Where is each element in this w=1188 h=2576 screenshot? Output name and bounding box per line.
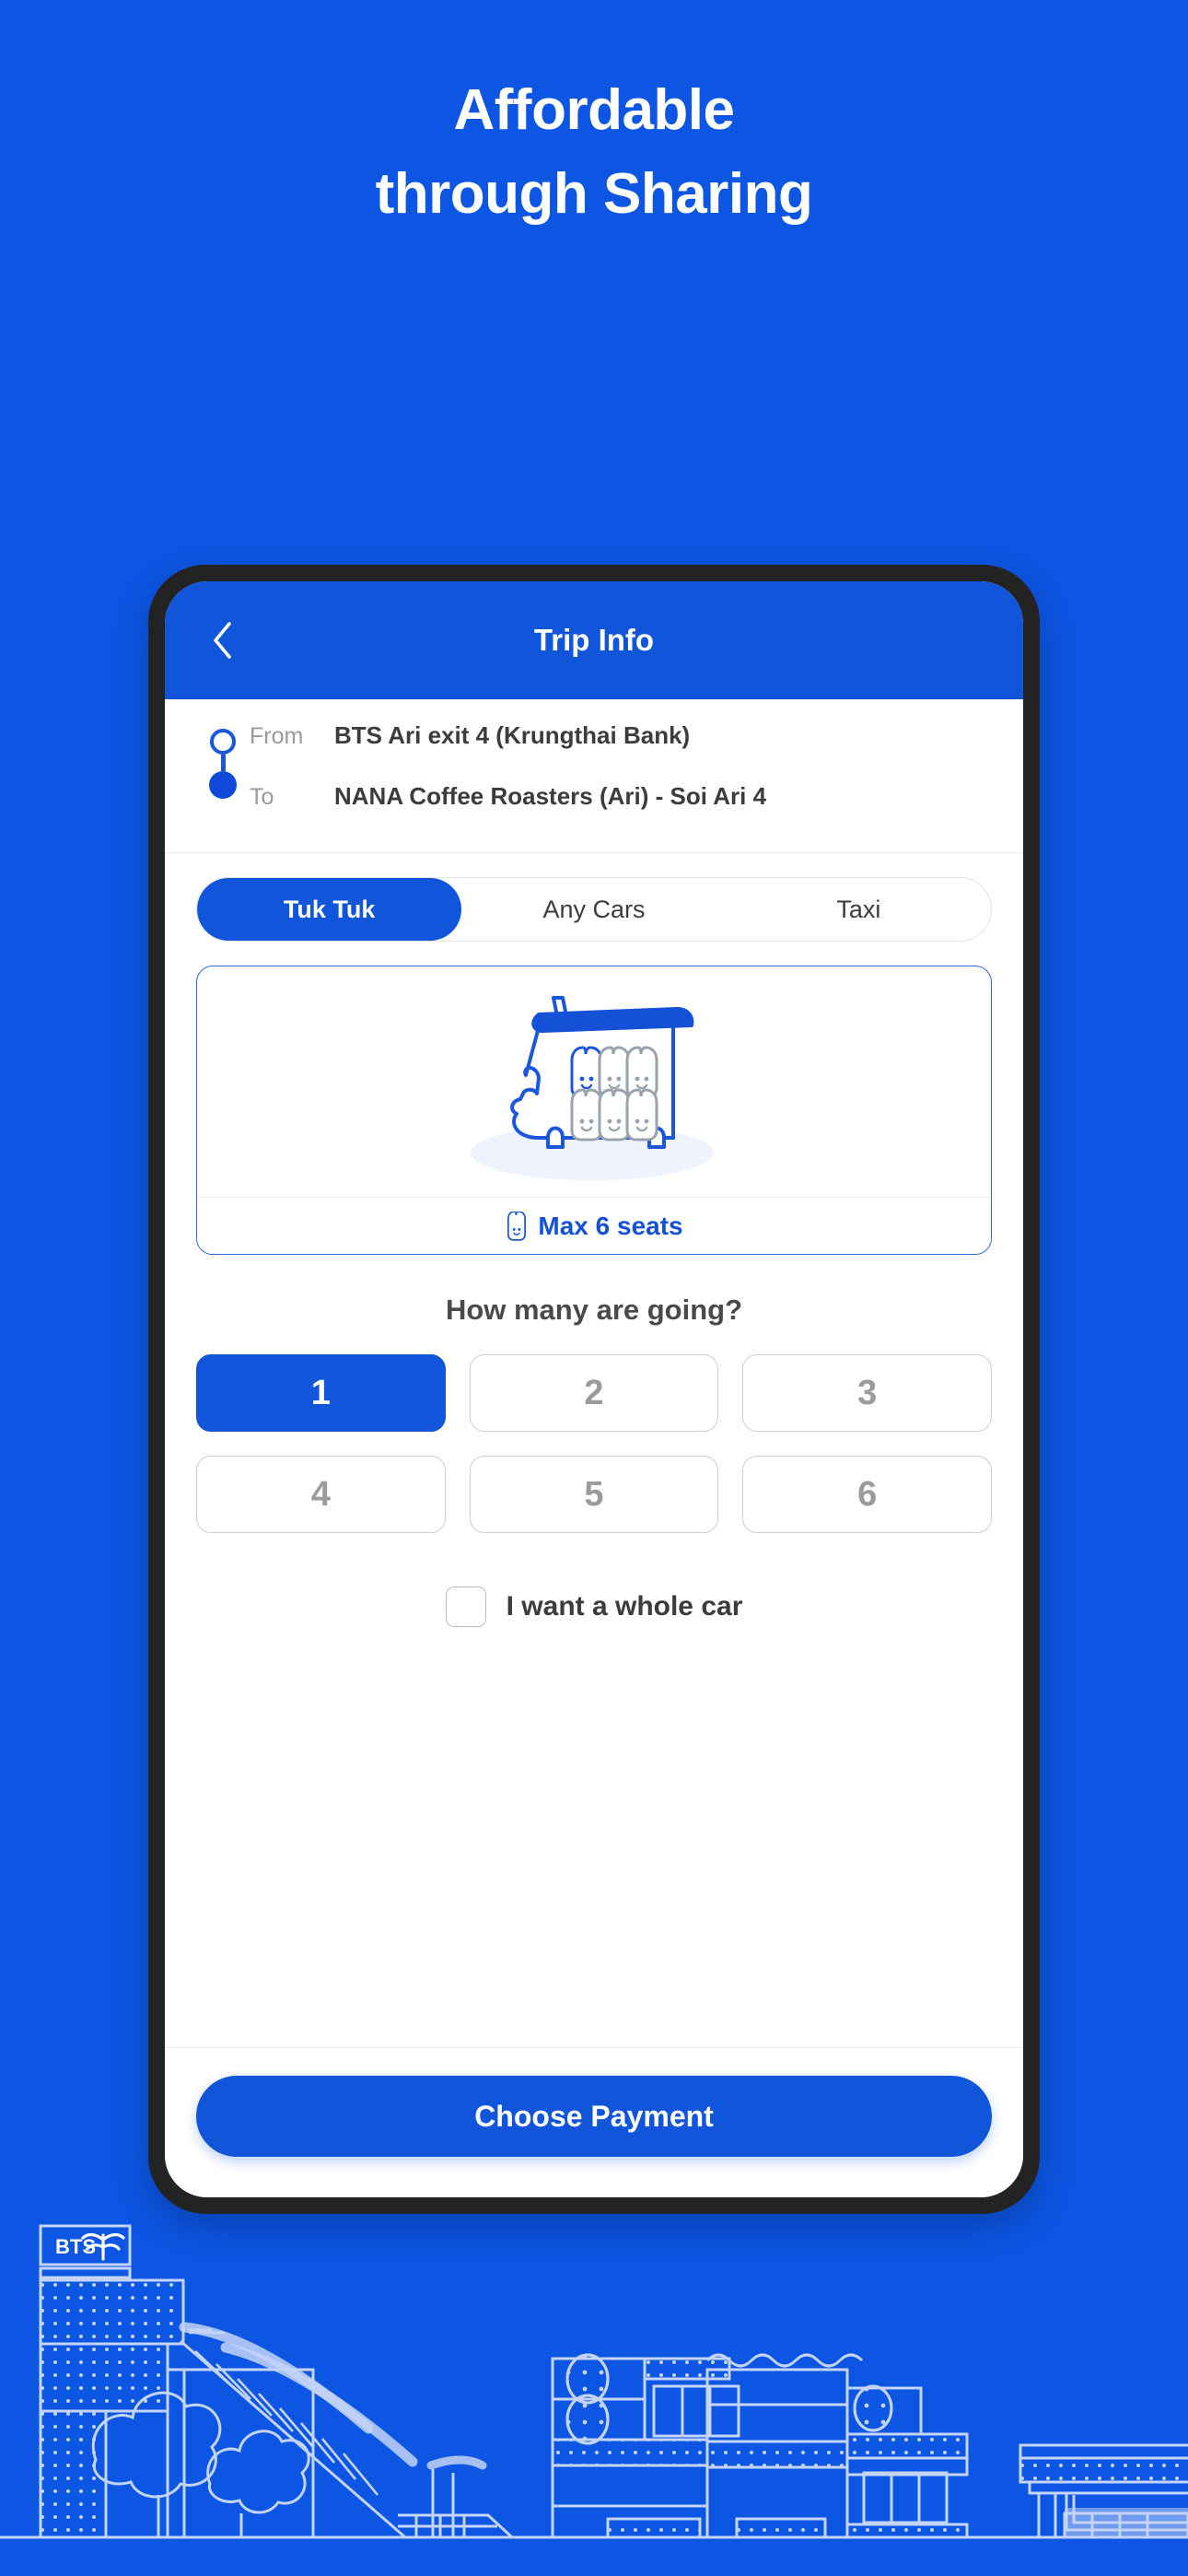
tab-tuk-tuk[interactable]: Tuk Tuk [197, 878, 462, 941]
vehicle-capacity-label: Max 6 seats [538, 1211, 683, 1240]
passenger-count-6[interactable]: 6 [742, 1456, 992, 1533]
from-value: BTS Ari exit 4 (Krungthai Bank) [334, 721, 691, 749]
whole-car-option[interactable]: I want a whole car [165, 1587, 1023, 1627]
passenger-count-1[interactable]: 1 [196, 1354, 446, 1432]
vehicle-card-area: Max 6 seats [165, 942, 1023, 1255]
phone-screen: Trip Info From BTS Ari exit 4 (Krungthai… [165, 581, 1023, 2197]
from-label: From [250, 723, 304, 749]
passenger-count-4[interactable]: 4 [196, 1456, 446, 1533]
vehicle-card[interactable]: Max 6 seats [196, 966, 992, 1255]
to-label: To [250, 784, 274, 810]
passenger-count-3[interactable]: 3 [742, 1354, 992, 1432]
route-summary: From BTS Ari exit 4 (Krungthai Bank) To … [165, 699, 1023, 853]
passenger-count-grid: 1 2 3 4 5 6 [165, 1354, 1023, 1533]
app-header: Trip Info [165, 581, 1023, 699]
vehicle-type-tabs: Tuk Tuk Any Cars Taxi [196, 877, 992, 942]
hero-heading: Affordable through Sharing [0, 0, 1188, 304]
phone-mockup: Trip Info From BTS Ari exit 4 (Krungthai… [148, 565, 1040, 2214]
route-row-to[interactable]: To NANA Coffee Roasters (Ari) - Soi Ari … [250, 782, 992, 828]
passenger-count-2[interactable]: 2 [469, 1354, 719, 1432]
vehicle-illustration [197, 966, 991, 1197]
seat-icon [507, 1211, 527, 1241]
footer-area: Choose Payment [165, 2047, 1023, 2197]
route-dots [196, 721, 250, 828]
tab-taxi[interactable]: Taxi [727, 878, 991, 941]
vehicle-type-tabs-area: Tuk Tuk Any Cars Taxi [165, 853, 1023, 942]
route-connector [220, 755, 226, 771]
to-value: NANA Coffee Roasters (Ari) - Soi Ari 4 [334, 782, 767, 810]
route-row-from[interactable]: From BTS Ari exit 4 (Krungthai Bank) [250, 721, 992, 767]
passenger-count-5[interactable]: 5 [469, 1456, 719, 1533]
tuk-tuk-illustration [471, 996, 714, 1180]
origin-dot-icon [210, 729, 236, 755]
tab-any-cars[interactable]: Any Cars [461, 878, 726, 941]
cityscape-illustration: BTS [0, 2152, 1188, 2576]
back-button[interactable] [196, 615, 248, 666]
vehicle-capacity: Max 6 seats [197, 1197, 991, 1254]
passenger-question: How many are going? [445, 1294, 743, 1326]
page-title: Trip Info [533, 623, 655, 657]
hero-line-2: through Sharing [375, 162, 813, 226]
phone-frame: Trip Info From BTS Ari exit 4 (Krungthai… [148, 565, 1040, 2214]
hero-line-1: Affordable [453, 77, 736, 142]
whole-car-checkbox[interactable] [445, 1587, 486, 1627]
whole-car-label: I want a whole car [506, 1591, 743, 1622]
chevron-left-icon [214, 622, 231, 659]
choose-payment-button[interactable]: Choose Payment [196, 2076, 992, 2157]
destination-dot-icon [209, 771, 237, 799]
